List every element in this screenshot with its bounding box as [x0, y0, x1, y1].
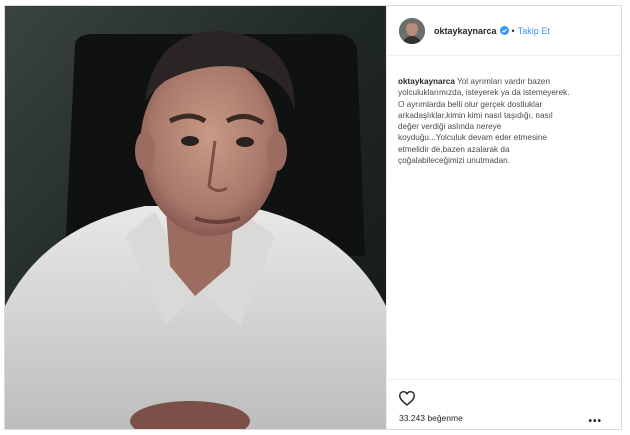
instagram-post-card: oktaykaynarca • Takip Et oktaykaynarca Y…	[4, 5, 622, 430]
follow-button[interactable]: Takip Et	[518, 26, 550, 36]
caption-text: Yol ayrımları vardır bazen	[457, 77, 551, 86]
separator-dot: •	[511, 25, 515, 36]
header-username[interactable]: oktaykaynarca	[434, 26, 497, 36]
caption-line: oktaykaynarca Yol ayrımları vardır bazen	[398, 76, 612, 87]
caption-line: yolculuklarımızda, isteyerek ya da istem…	[398, 88, 570, 98]
avatar[interactable]	[399, 17, 425, 44]
post-sidebar: oktaykaynarca • Takip Et oktaykaynarca Y…	[386, 6, 622, 429]
caption-line: arkadaşlıklar,kimin kimi nasıl taşıdığı,…	[398, 110, 553, 120]
caption-line: çoğalabileceğimizi unutmadan.	[398, 156, 510, 166]
post-photo[interactable]	[5, 6, 386, 429]
caption-line: değer verdiği aslında nereye	[398, 122, 502, 132]
caption-line: etmelidir de,bazen azalarak da	[398, 144, 510, 154]
likes-count[interactable]: 33.243 beğenme	[399, 413, 463, 423]
caption-username[interactable]: oktaykaynarca	[398, 77, 455, 86]
caption-line: koyduğu...Yolculuk devam eder etmesine	[398, 133, 547, 143]
post-caption: oktaykaynarca Yol ayrımları vardır bazen…	[398, 76, 612, 166]
caption-line: O ayrımlarda belli olur gerçek dostlukla…	[398, 99, 543, 109]
verified-badge-icon	[499, 26, 509, 35]
post-header: oktaykaynarca • Takip Et	[387, 6, 622, 56]
post-actions: 33.243 beğenme •••	[387, 379, 622, 429]
avatar-image	[399, 17, 425, 44]
more-options-icon[interactable]: •••	[588, 416, 602, 427]
heart-outline-icon[interactable]	[398, 390, 416, 406]
man-portrait-image	[5, 6, 386, 429]
